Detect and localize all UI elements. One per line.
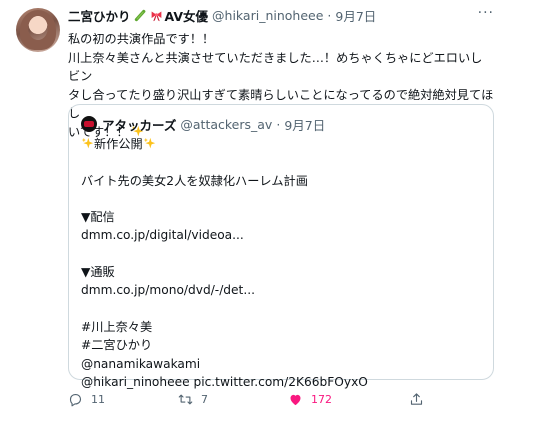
quote-text: 新作公開 バイト先の美女2人を奴隷化ハーレム計画 ▼配信 dmm.co.jp/d… xyxy=(81,135,481,391)
retweet-button[interactable]: 7 xyxy=(178,392,208,407)
quote-line: ▼配信 xyxy=(81,210,115,225)
quote-author-handle: @attackers_av xyxy=(180,116,273,132)
author-handle[interactable]: @hikari_ninoheee xyxy=(212,8,323,23)
quote-line: ▼通販 xyxy=(81,265,115,280)
author-avatar[interactable] xyxy=(16,8,60,52)
like-count: 172 xyxy=(311,392,332,406)
reply-count: 11 xyxy=(91,392,105,406)
quote-line: 新作公開 xyxy=(81,135,481,153)
quote-hashtag[interactable]: #二宮ひかり xyxy=(81,336,481,354)
tweet-date[interactable]: 9月7日 xyxy=(335,6,376,25)
reply-icon xyxy=(69,393,82,406)
tweet-actions: 11 7 172 xyxy=(68,388,488,410)
header-separator: · xyxy=(327,7,332,23)
retweet-count: 7 xyxy=(201,392,208,406)
sparkles-emoji-icon xyxy=(81,137,94,149)
sparkles-emoji-icon xyxy=(143,137,155,149)
quote-date: 9月7日 xyxy=(284,117,326,133)
share-icon xyxy=(410,392,423,405)
author-name-suffix[interactable]: AV女優 xyxy=(165,6,209,25)
quote-link[interactable]: dmm.co.jp/digital/videoa... xyxy=(81,226,481,244)
share-button[interactable] xyxy=(409,392,424,407)
tweet-text-line: 私の初の共演作品です！！ xyxy=(68,32,215,46)
quote-line xyxy=(81,245,481,263)
retweet-icon xyxy=(178,394,193,404)
quote-mention[interactable]: @nanamikawakami xyxy=(81,355,481,373)
quote-line: バイト先の美女2人を奴隷化ハーレム計画 xyxy=(81,173,308,188)
quote-header: アタッカーズ @attackers_av · 9月7日 xyxy=(81,115,481,133)
more-icon[interactable]: ··· xyxy=(478,5,494,21)
ribbon-emoji-icon xyxy=(151,10,161,21)
quote-line-text: 新作公開 xyxy=(94,137,143,151)
tweet[interactable]: 二宮ひかり AV女優 @hikari_ninoheee · 9月7日 ··· 私… xyxy=(0,0,508,425)
reply-button[interactable]: 11 xyxy=(68,392,105,407)
author-name[interactable]: 二宮ひかり xyxy=(68,6,131,25)
page-margin xyxy=(508,0,538,425)
quote-line xyxy=(81,190,481,208)
heart-icon xyxy=(290,394,301,405)
quote-line xyxy=(81,153,481,171)
quote-link[interactable]: dmm.co.jp/mono/dvd/-/det... xyxy=(81,281,481,299)
quote-line xyxy=(81,300,481,318)
quote-author-name: アタッカーズ xyxy=(102,117,177,133)
tweet-text-line: 川上奈々美さんと共演させていただきました…！めちゃくちゃにどエロいしビン xyxy=(68,50,483,84)
quoted-tweet[interactable]: アタッカーズ @attackers_av · 9月7日 新作公開 バイト先の美女… xyxy=(68,104,494,389)
quote-hashtag[interactable]: #川上奈々美 xyxy=(81,318,481,336)
quote-header-separator: · xyxy=(276,116,281,132)
like-button[interactable]: 172 xyxy=(288,392,332,407)
quote-author-avatar xyxy=(81,116,97,132)
cucumber-emoji-icon xyxy=(134,9,145,21)
tweet-header: 二宮ひかり AV女優 @hikari_ninoheee · 9月7日 ··· xyxy=(68,5,494,25)
